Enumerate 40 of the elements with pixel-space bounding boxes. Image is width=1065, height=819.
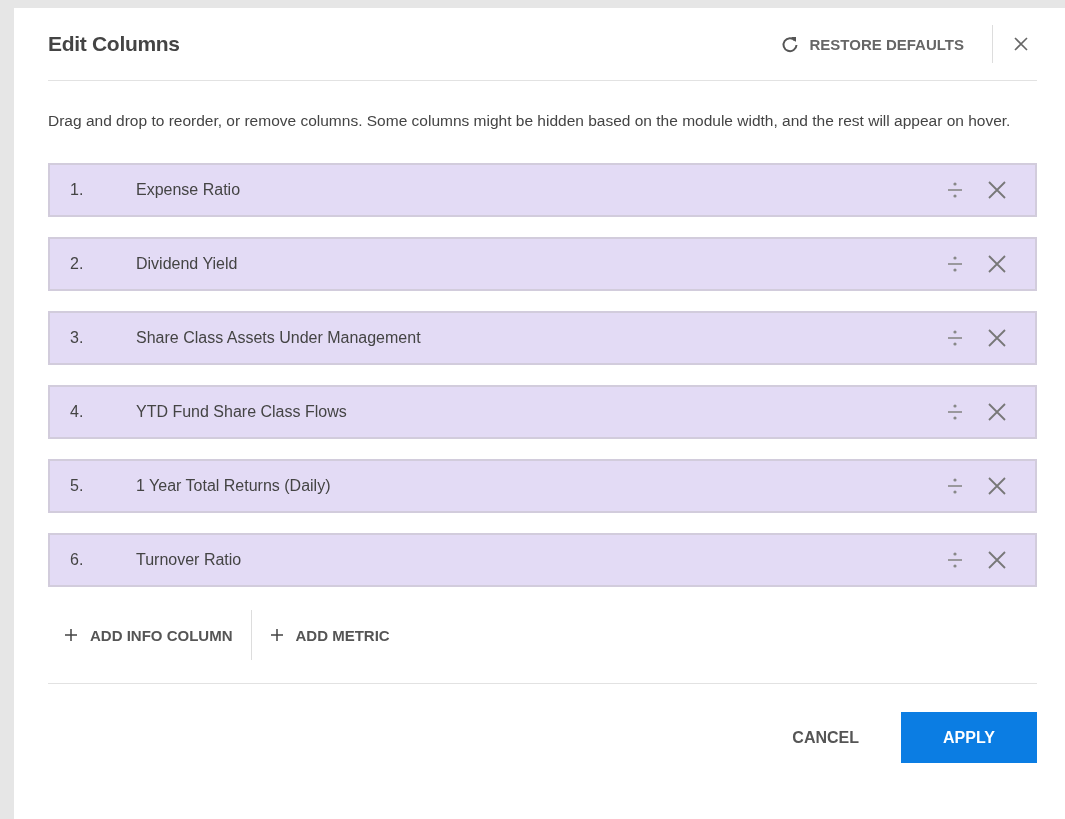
- cancel-button[interactable]: CANCEL: [772, 718, 879, 757]
- column-row[interactable]: 5. 1 Year Total Returns (Daily): [48, 459, 1037, 513]
- remove-icon[interactable]: [987, 180, 1007, 200]
- plus-icon: [64, 628, 78, 642]
- drag-handle-icon[interactable]: [947, 477, 963, 495]
- column-name: Turnover Ratio: [136, 551, 243, 569]
- row-number: 2.: [70, 255, 85, 273]
- add-button[interactable]: ADD METRIC: [251, 626, 408, 644]
- row-number: 6.: [70, 551, 85, 569]
- dialog-title: Edit Columns: [48, 32, 181, 56]
- restore-defaults-button[interactable]: RESTORE DEFAULTS: [773, 34, 970, 54]
- column-name: Dividend Yield: [136, 255, 239, 273]
- column-name: Share Class Assets Under Management: [136, 329, 422, 347]
- column-name: YTD Fund Share Class Flows: [136, 403, 348, 421]
- column-row[interactable]: 1. Expense Ratio: [48, 163, 1037, 217]
- column-row[interactable]: 3. Share Class Assets Under Management: [48, 311, 1037, 365]
- column-row[interactable]: 4. YTD Fund Share Class Flows: [48, 385, 1037, 439]
- plus-icon: [269, 628, 284, 642]
- drag-handle-icon[interactable]: [947, 329, 963, 347]
- drag-handle-icon[interactable]: [947, 255, 963, 273]
- apply-button[interactable]: APPLY: [901, 712, 1037, 763]
- row-number: 3.: [70, 329, 85, 347]
- add-button[interactable]: ADD INFO COLUMN: [48, 626, 251, 644]
- column-row[interactable]: 6. Turnover Ratio: [48, 533, 1037, 587]
- row-number: 1.: [70, 181, 85, 199]
- instructions-text: Drag and drop to reorder, or remove columns. Some columns might be hidden based on the module width, and the rest will appear on hover.: [48, 111, 1012, 131]
- close-icon[interactable]: [1013, 36, 1029, 52]
- column-name: Expense Ratio: [136, 181, 242, 199]
- remove-icon[interactable]: [987, 550, 1007, 570]
- drag-handle-icon[interactable]: [947, 551, 963, 569]
- row-number: 5.: [70, 477, 85, 495]
- remove-icon[interactable]: [987, 476, 1007, 496]
- remove-icon[interactable]: [987, 402, 1007, 422]
- drag-handle-icon[interactable]: [947, 181, 963, 199]
- row-number: 4.: [70, 403, 85, 421]
- column-name: 1 Year Total Returns (Daily): [136, 477, 332, 495]
- remove-icon[interactable]: [987, 328, 1007, 348]
- remove-icon[interactable]: [987, 254, 1007, 274]
- drag-handle-icon[interactable]: [947, 403, 963, 421]
- column-row[interactable]: 2. Dividend Yield: [48, 237, 1037, 291]
